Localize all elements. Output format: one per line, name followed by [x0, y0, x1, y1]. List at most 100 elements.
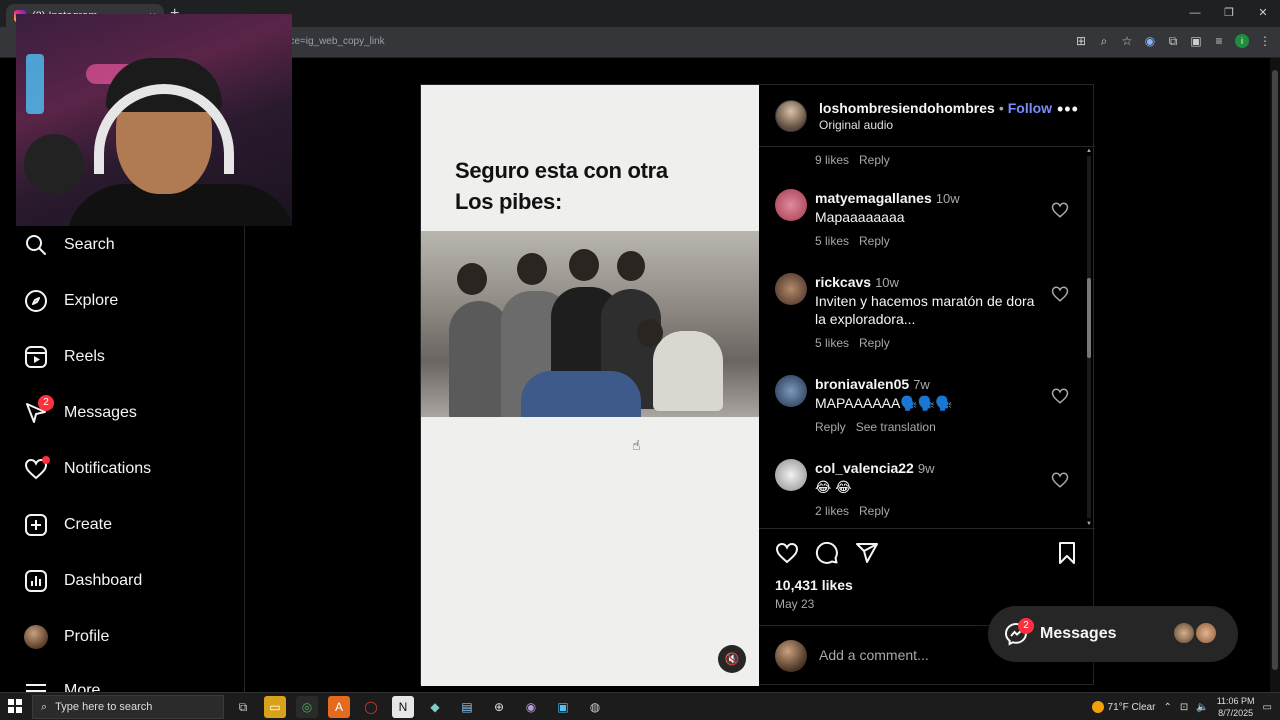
post-modal: Seguro esta con otra Los pibes: ☝ 🔇 losh… [420, 84, 1095, 686]
like-comment-icon[interactable] [1051, 201, 1069, 219]
network-icon[interactable]: ⊡ [1180, 702, 1188, 713]
like-comment-icon[interactable] [1051, 387, 1069, 405]
page-scrollbar[interactable] [1270, 58, 1280, 692]
sidebar-item-label: Explore [64, 292, 119, 309]
comment-text: matyemagallanes 10w Mapaaaaaaaa [815, 190, 960, 225]
reading-list-icon[interactable]: ≡ [1212, 34, 1226, 48]
messages-badge: 2 [38, 395, 54, 411]
sidebar-item-explore[interactable]: Explore [24, 286, 118, 316]
avatar [24, 625, 48, 649]
comment-text: broniavalen05 7w MAPAAAAAA🗣️🗣️🗣️ [815, 376, 953, 411]
commenter-avatar[interactable] [775, 459, 807, 491]
app-icon[interactable]: N [392, 696, 414, 718]
sidebar-item-reels[interactable]: Reels [24, 342, 105, 372]
like-comment-icon[interactable] [1051, 471, 1069, 489]
comment-meta: 5 likes Reply [815, 336, 890, 350]
app-icon[interactable]: ◍ [584, 696, 606, 718]
scroll-down-icon[interactable]: ▼ [1085, 521, 1093, 527]
author-username[interactable]: loshombresiendohombres [819, 100, 995, 116]
author-avatar[interactable] [775, 100, 807, 132]
separator: • [998, 100, 1004, 116]
plus-square-icon [24, 513, 48, 537]
sidebar-item-label: Reels [64, 348, 105, 365]
sidebar-item-label: Notifications [64, 460, 152, 477]
app-icon[interactable]: ◉ [520, 696, 542, 718]
post-header: loshombresiendohombres • Follow Original a… [759, 85, 1095, 147]
minimize-icon[interactable]: — [1178, 0, 1212, 27]
meme-caption: Seguro esta con otra Los pibes: [455, 158, 668, 214]
app-icon[interactable]: ▤ [456, 696, 478, 718]
messages-badge: 2 [1018, 618, 1034, 634]
taskbar-search[interactable]: ⌕ Type here to search [32, 695, 224, 719]
post-sidebar: loshombresiendohombres • Follow Original a… [759, 85, 1095, 686]
chevron-up-icon[interactable]: ⌃ [1163, 702, 1171, 713]
sidebar-item-dashboard[interactable]: Dashboard [24, 566, 142, 596]
share-icon[interactable] [855, 541, 879, 565]
notifications-center-icon[interactable]: ▭ [1263, 702, 1272, 713]
comment-bubble-icon[interactable] [815, 541, 839, 565]
zoom-icon[interactable]: ⌕ [1097, 34, 1111, 48]
likes-count[interactable]: 10,431 likes [775, 577, 853, 593]
sidebar-item-label: Messages [64, 404, 137, 421]
app-icon[interactable]: ◆ [424, 696, 446, 718]
commenter-avatar[interactable] [775, 189, 807, 221]
sidebar-item-label: Create [64, 516, 113, 533]
comment-meta: 2 likes Reply [815, 504, 890, 518]
volume-icon[interactable]: 🔈 [1196, 702, 1208, 713]
media-icon[interactable]: ◉ [1143, 34, 1157, 48]
comments-list: 9 likes Reply matyemagallanes 10w Mapaaaaaa… [759, 148, 1095, 527]
taskbar-apps: ⧉ ▭ ◎ A ◯ N ◆ ▤ ⊕ ◉ ▣ ◍ [232, 696, 606, 718]
like-comment-icon[interactable] [1051, 285, 1069, 303]
comment-input[interactable]: Add a comment... [819, 647, 929, 663]
system-tray: 71°F Clear ⌃ ⊡ 🔈 11:06 PM 8/7/2025 ▭ [1091, 693, 1272, 720]
extensions-icon[interactable]: ⧉ [1166, 34, 1180, 48]
comments-scrollbar[interactable]: ▲ ▼ [1085, 148, 1093, 527]
comment-meta: 5 likes Reply [815, 234, 890, 248]
more-options-icon[interactable]: ••• [1057, 99, 1079, 120]
audio-muted-button[interactable]: 🔇 [718, 645, 746, 673]
reels-icon [24, 345, 48, 369]
windows-start-icon[interactable] [8, 699, 22, 713]
commenter-avatar[interactable] [775, 375, 807, 407]
chart-icon [24, 569, 48, 593]
sidebar-item-profile[interactable]: Profile [24, 622, 109, 652]
search-icon: ⌕ [41, 700, 48, 713]
profile-avatar-icon[interactable]: i [1235, 34, 1249, 48]
install-icon[interactable]: ⊞ [1074, 34, 1088, 48]
file-explorer-icon[interactable]: ▭ [264, 696, 286, 718]
restore-icon[interactable]: ❐ [1212, 0, 1246, 27]
clock[interactable]: 11:06 PM 8/7/2025 [1217, 695, 1255, 719]
messages-floating-button[interactable]: 2 Messages [988, 606, 1238, 662]
browser-toolbar: ⊞ ⌕ ☆ ◉ ⧉ ▣ ≡ i ⋮ [1074, 34, 1272, 48]
side-panel-icon[interactable]: ▣ [1189, 34, 1203, 48]
scrollbar-thumb[interactable] [1087, 278, 1091, 358]
comment-text: rickcavs 10w Inviten y hacemos maratón de … [815, 274, 1035, 327]
opera-icon[interactable]: ◯ [360, 696, 382, 718]
avatar [1194, 621, 1218, 645]
post-media[interactable]: Seguro esta con otra Los pibes: ☝ 🔇 [421, 85, 759, 686]
scroll-up-icon[interactable]: ▲ [1085, 148, 1093, 154]
bookmark-star-icon[interactable]: ☆ [1120, 34, 1134, 48]
save-bookmark-icon[interactable] [1055, 541, 1079, 565]
app-icon[interactable]: ▣ [552, 696, 574, 718]
follow-button[interactable]: Follow [1008, 100, 1052, 116]
sidebar-item-create[interactable]: Create [24, 510, 112, 540]
sidebar-item-messages[interactable]: 2 Messages [24, 395, 137, 428]
app-icon[interactable]: A [328, 696, 350, 718]
heart-icon [24, 456, 50, 481]
kebab-menu-icon[interactable]: ⋮ [1258, 34, 1272, 48]
task-view-icon[interactable]: ⧉ [232, 696, 254, 718]
like-heart-icon[interactable] [775, 541, 799, 565]
weather-widget[interactable]: 71°F Clear [1091, 701, 1155, 713]
close-window-icon[interactable]: ✕ [1246, 0, 1280, 27]
windows-taskbar: ⌕ Type here to search ⧉ ▭ ◎ A ◯ N ◆ ▤ ⊕ … [0, 692, 1280, 720]
post-actions: 10,431 likes May 23 [759, 528, 1095, 618]
url-text[interactable]: rce=ig_web_copy_link [286, 36, 385, 47]
audio-link[interactable]: Original audio [819, 118, 893, 132]
sidebar-item-notifications[interactable]: Notifications [24, 454, 151, 484]
sidebar-item-label: Search [64, 236, 115, 253]
sidebar-item-search[interactable]: Search [24, 230, 115, 260]
app-icon[interactable]: ⊕ [488, 696, 510, 718]
chrome-icon[interactable]: ◎ [296, 696, 318, 718]
commenter-avatar[interactable] [775, 273, 807, 305]
